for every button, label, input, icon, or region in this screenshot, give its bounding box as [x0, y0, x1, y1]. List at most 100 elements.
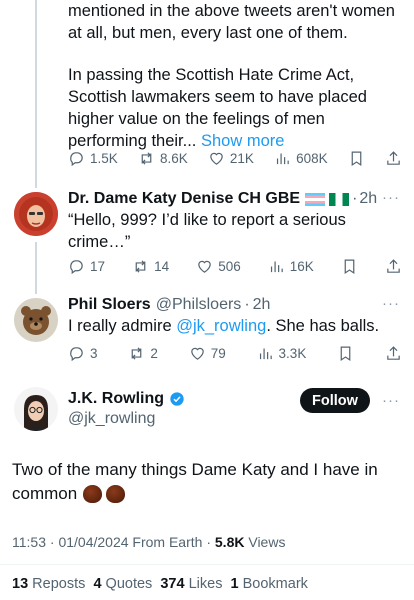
tweet-metadata: 11:53 · 01/04/2024 From Earth · 5.8K Vie…	[12, 534, 285, 550]
post-source: From Earth	[132, 534, 203, 550]
chestnut-emoji-icon	[83, 485, 103, 503]
tweet-line: higher value on the feelings of men	[68, 110, 325, 128]
view-count: 16K	[289, 258, 314, 274]
more-options-button[interactable]: ···	[382, 295, 400, 312]
timestamp[interactable]: 2h	[359, 190, 377, 208]
tweet-text: I really admire @jk_rowling. She has bal…	[68, 315, 408, 337]
mention-link[interactable]: @jk_rowling	[176, 317, 266, 335]
tweet-line: at all, but men, every last one of them.	[68, 24, 348, 42]
bookmark-button[interactable]	[348, 150, 365, 167]
chestnut-emoji-icon	[106, 485, 126, 503]
reply-button[interactable]: 17	[68, 258, 105, 275]
author-handle[interactable]: @Philsloers	[156, 296, 242, 314]
tweet-line: common	[12, 484, 78, 503]
avatar[interactable]	[14, 387, 58, 431]
engagement-stats: 13 Reposts 4 Quotes 374 Likes 1 Bookmark	[12, 576, 308, 592]
heart-icon	[198, 260, 211, 273]
tweet-actions: 1.5K 8.6K 21K 608K	[68, 148, 402, 168]
heart-icon	[190, 347, 204, 360]
tweet-line: crime…”	[68, 233, 131, 251]
separator: ·	[46, 534, 59, 550]
follow-button[interactable]: Follow	[300, 388, 370, 413]
main-tweet-text: Two of the many things Dame Katy and I h…	[12, 458, 408, 506]
like-count: 506	[218, 258, 241, 274]
avatar[interactable]	[14, 298, 58, 342]
avatar[interactable]	[14, 192, 58, 236]
like-button[interactable]: 21K	[208, 150, 254, 167]
trans-flag-icon	[305, 192, 326, 206]
share-icon	[387, 150, 400, 165]
main-author-name-row: J.K. Rowling	[68, 390, 185, 408]
separator: ·	[202, 534, 215, 550]
tweet-text: “Hello, 999? I’d like to report a seriou…	[68, 209, 398, 253]
repost-button[interactable]: 14	[132, 258, 169, 275]
likes-stat[interactable]: 374 Likes	[160, 576, 222, 592]
views-button[interactable]: 608K	[274, 150, 328, 167]
avatar-image	[14, 298, 58, 342]
repost-icon	[135, 259, 146, 273]
repost-icon	[141, 151, 152, 165]
tweet-line: In passing the Scottish Hate Crime Act,	[68, 66, 355, 84]
author-name[interactable]: J.K. Rowling	[68, 390, 164, 408]
tweet-actions: 3 2 79 3.3K	[68, 343, 402, 363]
view-count: 3.3K	[278, 345, 307, 361]
repost-count: 8.6K	[159, 150, 188, 166]
reposts-stat[interactable]: 13 Reposts	[12, 576, 85, 592]
quotes-count: 4	[93, 576, 102, 592]
views-icon	[277, 153, 289, 164]
more-options-button[interactable]: ···	[382, 189, 400, 206]
like-button[interactable]: 506	[196, 258, 241, 275]
tweet-text: mentioned in the above tweets aren't wom…	[68, 0, 408, 152]
more-options-button[interactable]: ···	[382, 392, 400, 409]
verified-badge-icon	[170, 392, 184, 406]
bookmark-button[interactable]	[337, 345, 354, 362]
tweet-text-part: I really admire	[68, 317, 177, 335]
bookmarks-label: Bookmark	[242, 576, 308, 592]
share-button[interactable]	[385, 150, 402, 167]
share-button[interactable]	[385, 345, 402, 362]
thread-line	[35, 0, 37, 188]
author-name[interactable]: Dr. Dame Katy Denise CH GBE	[68, 190, 300, 208]
likes-label: Likes	[188, 576, 223, 592]
separator: ·	[244, 296, 250, 313]
divider	[0, 564, 414, 565]
like-count: 21K	[229, 150, 254, 166]
timestamp[interactable]: 2h	[253, 296, 271, 314]
bookmarks-count: 1	[230, 576, 239, 592]
repost-count: 2	[150, 345, 158, 361]
views-button[interactable]: 3.3K	[257, 345, 307, 362]
like-button[interactable]: 79	[189, 345, 226, 362]
quotes-stat[interactable]: 4 Quotes	[93, 576, 152, 592]
share-button[interactable]	[385, 258, 402, 275]
views-button[interactable]: 16K	[268, 258, 314, 275]
share-icon	[387, 258, 400, 273]
author-name[interactable]: Phil Sloers	[68, 296, 151, 314]
avatar-image	[14, 192, 58, 236]
tweet-actions: 17 14 506 16K	[68, 256, 402, 276]
reply-button[interactable]: 1.5K	[68, 150, 118, 167]
author-handle[interactable]: @jk_rowling	[68, 410, 155, 428]
thread-line	[35, 242, 37, 294]
share-icon	[387, 345, 400, 360]
reply-count: 3	[90, 345, 98, 361]
reply-button[interactable]: 3	[68, 345, 98, 362]
reply-icon	[70, 259, 83, 274]
repost-button[interactable]: 8.6K	[138, 150, 188, 167]
tweet-line: Scottish lawmakers seem to have placed	[68, 88, 367, 106]
tweet-header: Dr. Dame Katy Denise CH GBE · 2h	[68, 190, 377, 208]
views-icon	[270, 261, 283, 272]
view-count: 608K	[296, 150, 328, 166]
bookmarks-stat[interactable]: 1 Bookmark	[231, 576, 308, 592]
like-count: 79	[210, 345, 226, 361]
post-date[interactable]: 01/04/2024	[58, 534, 128, 550]
quotes-label: Quotes	[105, 576, 153, 592]
views-label: Views	[248, 534, 286, 550]
repost-button[interactable]: 2	[128, 345, 158, 362]
post-time[interactable]: 11:53	[12, 534, 46, 550]
tweet-line: “Hello, 999? I’d like to report a seriou…	[68, 211, 346, 229]
repost-icon	[131, 346, 142, 360]
bookmark-button[interactable]	[341, 258, 358, 275]
views-icon	[259, 348, 272, 359]
reposts-label: Reposts	[32, 576, 86, 592]
bookmark-icon	[344, 259, 355, 274]
